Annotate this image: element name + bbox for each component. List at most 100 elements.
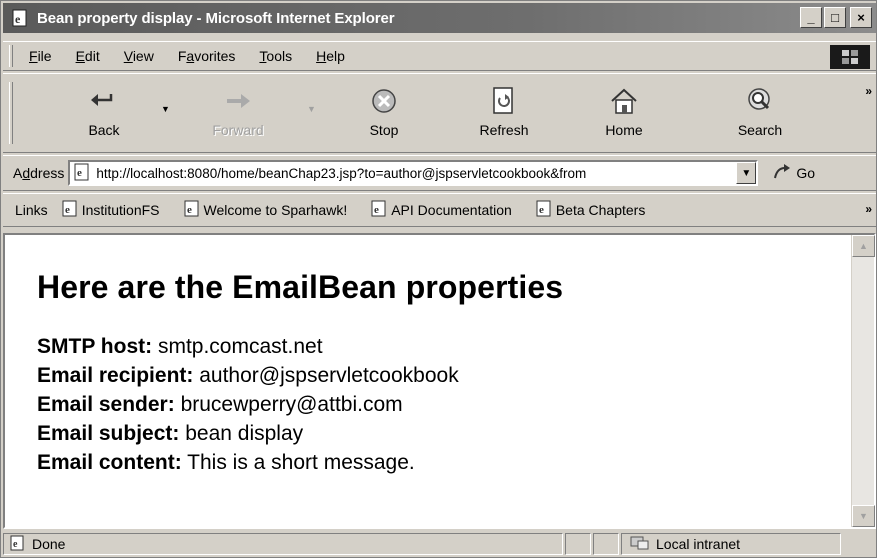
property-label: SMTP host: bbox=[37, 335, 153, 358]
vertical-scrollbar[interactable]: ▲ ▼ bbox=[851, 235, 875, 527]
menu-tools[interactable]: Tools bbox=[257, 46, 294, 66]
refresh-label: Refresh bbox=[479, 122, 529, 138]
menu-file[interactable]: File bbox=[27, 46, 54, 66]
forward-arrow-icon bbox=[218, 84, 258, 118]
status-pane-empty bbox=[565, 533, 591, 555]
menu-view[interactable]: View bbox=[122, 46, 156, 66]
stop-button[interactable]: Stop bbox=[339, 84, 429, 148]
back-button[interactable]: Back bbox=[59, 84, 149, 148]
close-button[interactable]: × bbox=[850, 7, 872, 28]
refresh-icon bbox=[484, 84, 524, 118]
property-label: Email subject: bbox=[37, 422, 180, 445]
svg-text:e: e bbox=[65, 204, 70, 216]
home-label: Home bbox=[605, 122, 643, 138]
page-viewport: Here are the EmailBean properties SMTP h… bbox=[3, 233, 876, 529]
window-title: Bean property display - Microsoft Intern… bbox=[37, 9, 395, 27]
property-email-sender: Email sender: brucewperry@attbi.com bbox=[37, 390, 851, 419]
links-more-chevron-icon[interactable]: » bbox=[865, 202, 872, 216]
address-bar: Address e ▼ Go bbox=[3, 155, 876, 191]
minimize-button[interactable]: _ bbox=[800, 7, 822, 28]
menu-edit[interactable]: Edit bbox=[74, 46, 102, 66]
svg-text:e: e bbox=[187, 204, 192, 216]
property-value: bean display bbox=[185, 422, 304, 445]
search-button[interactable]: Search bbox=[715, 84, 805, 148]
page-content: Here are the EmailBean properties SMTP h… bbox=[5, 235, 851, 527]
property-label: Email sender: bbox=[37, 393, 175, 416]
go-label: Go bbox=[796, 165, 816, 181]
windows-logo-icon bbox=[830, 45, 870, 69]
menu-grip[interactable] bbox=[9, 45, 13, 67]
property-value: This is a short message. bbox=[187, 451, 415, 474]
refresh-button[interactable]: Refresh bbox=[459, 84, 549, 148]
forward-label: Forward bbox=[212, 122, 264, 138]
svg-text:e: e bbox=[374, 204, 379, 216]
property-value: smtp.comcast.net bbox=[157, 335, 323, 358]
status-pane-empty bbox=[593, 533, 619, 555]
ie-page-icon: e bbox=[10, 535, 26, 554]
menu-help[interactable]: Help bbox=[314, 46, 347, 66]
stop-label: Stop bbox=[369, 122, 399, 138]
property-value: brucewperry@attbi.com bbox=[180, 393, 403, 416]
back-arrow-icon bbox=[84, 84, 124, 118]
property-email-content: Email content: This is a short message. bbox=[37, 448, 851, 477]
links-bar: Links e InstitutionFS e Welcome to Sparh… bbox=[3, 193, 876, 227]
go-arrow-icon bbox=[772, 163, 792, 184]
menu-bar: File Edit View Favorites Tools Help bbox=[3, 41, 876, 71]
maximize-button[interactable]: □ bbox=[824, 7, 846, 28]
property-label: Email recipient: bbox=[37, 364, 194, 387]
ie-page-icon: e bbox=[536, 200, 552, 220]
property-email-recipient: Email recipient: author@jspservletcookbo… bbox=[37, 361, 851, 390]
address-box[interactable]: e ▼ bbox=[68, 160, 759, 186]
ie-page-icon: e bbox=[9, 7, 31, 29]
link-beta-chapters[interactable]: e Beta Chapters bbox=[536, 200, 645, 220]
property-label: Email content: bbox=[37, 451, 182, 474]
security-zone-label: Local intranet bbox=[656, 536, 741, 552]
scroll-down-button[interactable]: ▼ bbox=[852, 505, 875, 527]
links-label[interactable]: Links bbox=[15, 202, 48, 218]
title-bar[interactable]: e Bean property display - Microsoft Inte… bbox=[3, 3, 876, 33]
scroll-down-icon: ▼ bbox=[859, 511, 868, 521]
search-label: Search bbox=[737, 122, 783, 138]
svg-text:e: e bbox=[13, 539, 18, 550]
standard-toolbar: Back ▼ Forward ▼ Stop Refresh Home Searc… bbox=[3, 73, 876, 153]
maximize-icon: □ bbox=[831, 10, 839, 25]
stop-icon bbox=[364, 84, 404, 118]
svg-text:e: e bbox=[539, 204, 544, 216]
link-welcome-to-sparhawk[interactable]: e Welcome to Sparhawk! bbox=[184, 200, 347, 220]
home-button[interactable]: Home bbox=[579, 84, 669, 148]
home-icon bbox=[604, 84, 644, 118]
toolbar-more-chevron-icon[interactable]: » bbox=[865, 84, 872, 98]
intranet-zone-icon bbox=[630, 535, 650, 554]
back-dropdown-icon[interactable]: ▼ bbox=[161, 104, 170, 114]
address-label: Address bbox=[13, 165, 65, 181]
svg-text:e: e bbox=[15, 12, 21, 26]
browser-window: e Bean property display - Microsoft Inte… bbox=[0, 0, 877, 558]
property-smtp-host: SMTP host: smtp.comcast.net bbox=[37, 332, 851, 361]
link-institutionfs[interactable]: e InstitutionFS bbox=[62, 200, 160, 220]
forward-button[interactable]: Forward bbox=[193, 84, 283, 148]
property-email-subject: Email subject: bean display bbox=[37, 419, 851, 448]
search-icon bbox=[740, 84, 780, 118]
ie-page-icon: e bbox=[74, 163, 90, 184]
go-button[interactable]: Go bbox=[772, 163, 815, 184]
menu-favorites[interactable]: Favorites bbox=[176, 46, 238, 66]
address-input[interactable] bbox=[96, 165, 729, 181]
security-zone-pane[interactable]: Local intranet bbox=[621, 533, 841, 555]
ie-page-icon: e bbox=[62, 200, 78, 220]
minimize-icon: _ bbox=[807, 10, 815, 25]
scroll-up-button[interactable]: ▲ bbox=[852, 235, 875, 257]
page-heading: Here are the EmailBean properties bbox=[37, 269, 564, 305]
status-bar: e Done Local intranet bbox=[3, 531, 876, 557]
svg-text:e: e bbox=[77, 167, 82, 179]
status-main-pane: e Done bbox=[3, 533, 563, 555]
close-icon: × bbox=[857, 10, 865, 25]
address-dropdown-icon[interactable]: ▼ bbox=[736, 162, 757, 184]
status-text: Done bbox=[32, 536, 66, 552]
ie-page-icon: e bbox=[184, 200, 200, 220]
forward-dropdown-icon[interactable]: ▼ bbox=[307, 104, 316, 114]
ie-page-icon: e bbox=[371, 200, 387, 220]
property-value: author@jspservletcookbook bbox=[199, 364, 459, 387]
back-label: Back bbox=[88, 122, 120, 138]
link-api-documentation[interactable]: e API Documentation bbox=[371, 200, 512, 220]
toolbar-grip[interactable] bbox=[9, 82, 13, 144]
